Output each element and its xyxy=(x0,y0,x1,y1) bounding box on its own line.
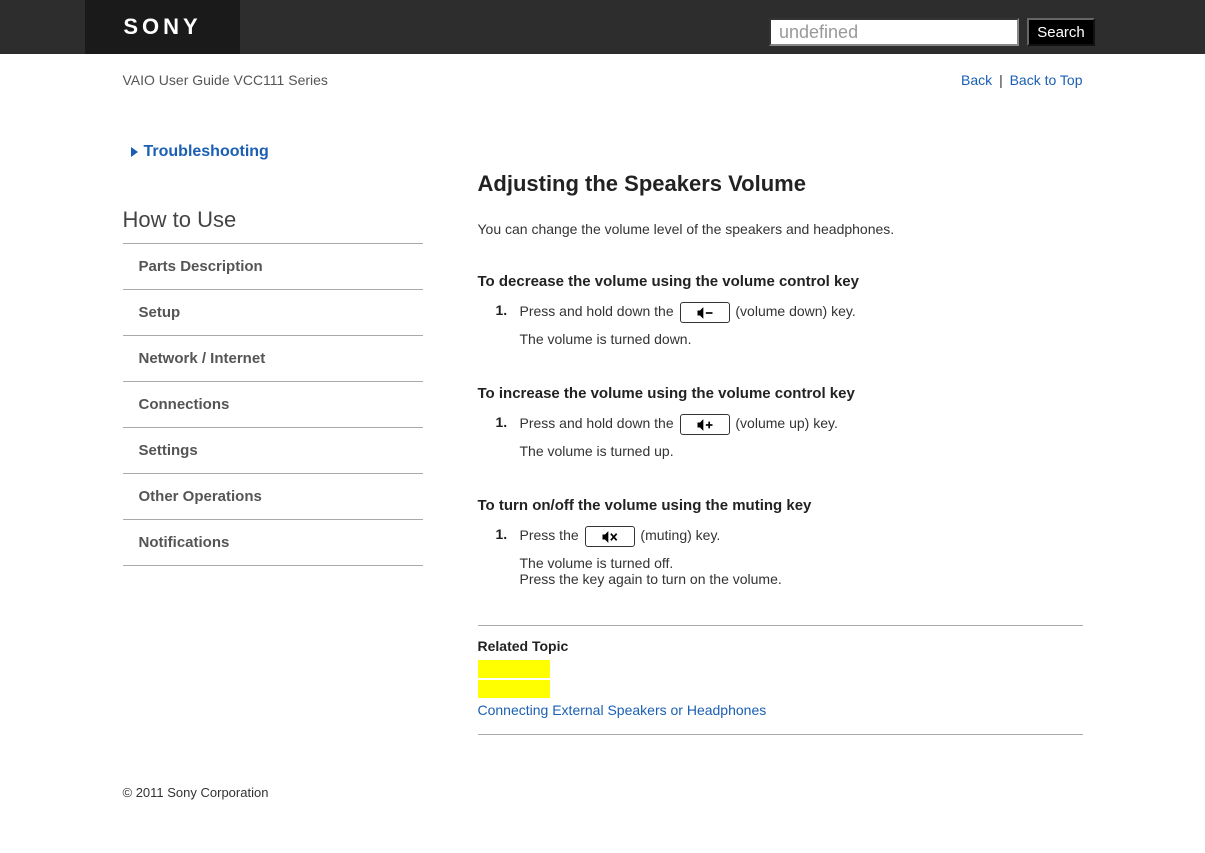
divider xyxy=(478,625,1083,626)
step-row: 1. Press and hold down the (volume down)… xyxy=(496,302,1083,323)
menu-item-other[interactable]: Other Operations xyxy=(123,474,423,520)
divider xyxy=(478,734,1083,735)
back-to-top-link[interactable]: Back to Top xyxy=(1010,72,1083,88)
related-topic-title: Related Topic xyxy=(478,638,1083,654)
logo-text: SONY xyxy=(123,14,201,40)
highlight-bar xyxy=(478,680,550,698)
step-result: The volume is turned down. xyxy=(520,331,1083,347)
step-result: The volume is turned up. xyxy=(520,443,1083,459)
menu-item-settings[interactable]: Settings xyxy=(123,428,423,474)
logo: SONY xyxy=(85,0,240,54)
step-row: 1. Press and hold down the (volume up) k… xyxy=(496,414,1083,435)
troubleshooting-link[interactable]: Troubleshooting xyxy=(144,143,269,161)
menu-item-connections[interactable]: Connections xyxy=(123,382,423,428)
volume-up-key-icon xyxy=(680,414,730,435)
step-text: Press and hold down the (volume down) ke… xyxy=(520,302,856,323)
top-nav: VAIO User Guide VCC111 Series Back | Bac… xyxy=(123,54,1083,88)
sidebar-menu: Parts Description Setup Network / Intern… xyxy=(123,244,423,566)
section-title: To decrease the volume using the volume … xyxy=(478,273,1083,290)
related-link[interactable]: Connecting External Speakers or Headphon… xyxy=(478,702,1083,718)
sidebar: Troubleshooting How to Use Parts Descrip… xyxy=(123,143,423,735)
step-number: 1. xyxy=(496,414,512,435)
menu-item-setup[interactable]: Setup xyxy=(123,290,423,336)
step-row: 1. Press the (muting) key. xyxy=(496,526,1083,547)
content: Adjusting the Speakers Volume You can ch… xyxy=(478,143,1083,735)
search-input[interactable] xyxy=(769,18,1019,46)
arrow-right-icon xyxy=(131,147,138,157)
section-title: To turn on/off the volume using the muti… xyxy=(478,497,1083,514)
intro-text: You can change the volume level of the s… xyxy=(478,221,1083,237)
section-increase: To increase the volume using the volume … xyxy=(478,385,1083,459)
highlight-bar xyxy=(478,660,550,678)
page-title: Adjusting the Speakers Volume xyxy=(478,171,1083,197)
volume-down-key-icon xyxy=(680,302,730,323)
menu-header: How to Use xyxy=(123,207,423,244)
menu-item-network[interactable]: Network / Internet xyxy=(123,336,423,382)
header-bar: SONY Search xyxy=(0,0,1205,54)
section-title: To increase the volume using the volume … xyxy=(478,385,1083,402)
step-result: The volume is turned off. Press the key … xyxy=(520,555,1083,587)
mute-key-icon xyxy=(585,526,635,547)
menu-item-notifications[interactable]: Notifications xyxy=(123,520,423,566)
menu-item-parts[interactable]: Parts Description xyxy=(123,244,423,290)
back-link[interactable]: Back xyxy=(961,72,992,88)
search-area: Search xyxy=(769,18,1095,46)
troubleshooting-link-row: Troubleshooting xyxy=(131,143,423,161)
search-button[interactable]: Search xyxy=(1027,18,1095,46)
section-decrease: To decrease the volume using the volume … xyxy=(478,273,1083,347)
step-number: 1. xyxy=(496,526,512,547)
top-links: Back | Back to Top xyxy=(961,72,1082,88)
footer-copyright: © 2011 Sony Corporation xyxy=(123,785,1083,800)
step-number: 1. xyxy=(496,302,512,323)
breadcrumb: VAIO User Guide VCC111 Series xyxy=(123,72,328,88)
step-text: Press the (muting) key. xyxy=(520,526,721,547)
section-mute: To turn on/off the volume using the muti… xyxy=(478,497,1083,587)
step-text: Press and hold down the (volume up) key. xyxy=(520,414,838,435)
